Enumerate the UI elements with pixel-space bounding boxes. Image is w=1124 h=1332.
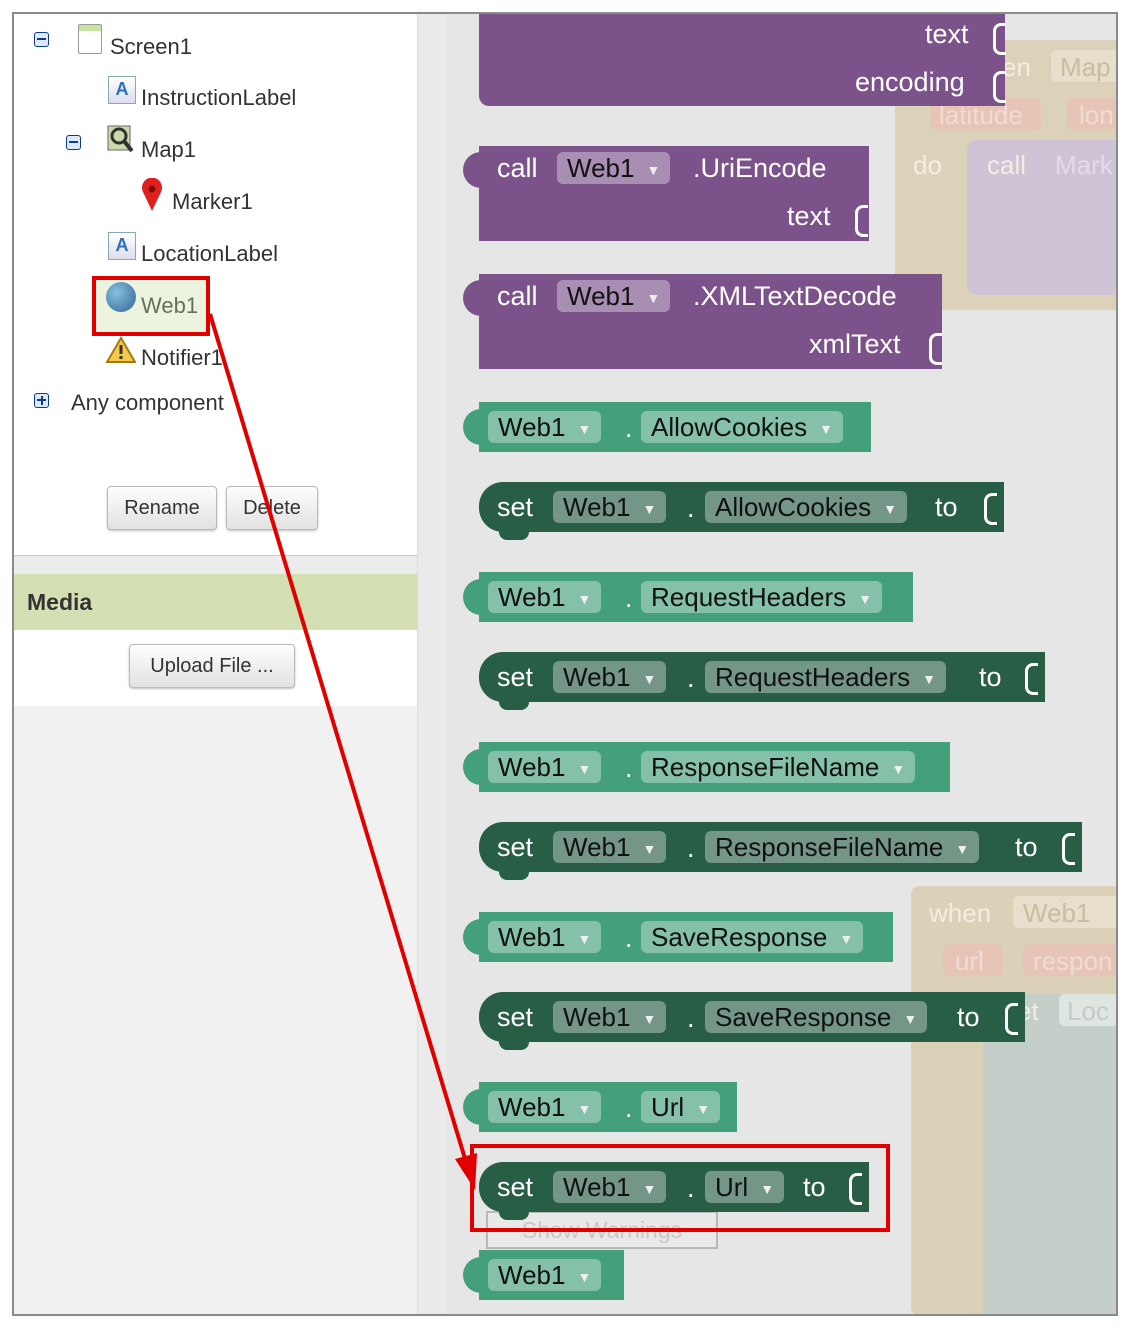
drag-arrow (208, 313, 477, 1190)
app-frame: Screen1 A InstructionLabel Map1 Marker1 … (12, 12, 1118, 1316)
